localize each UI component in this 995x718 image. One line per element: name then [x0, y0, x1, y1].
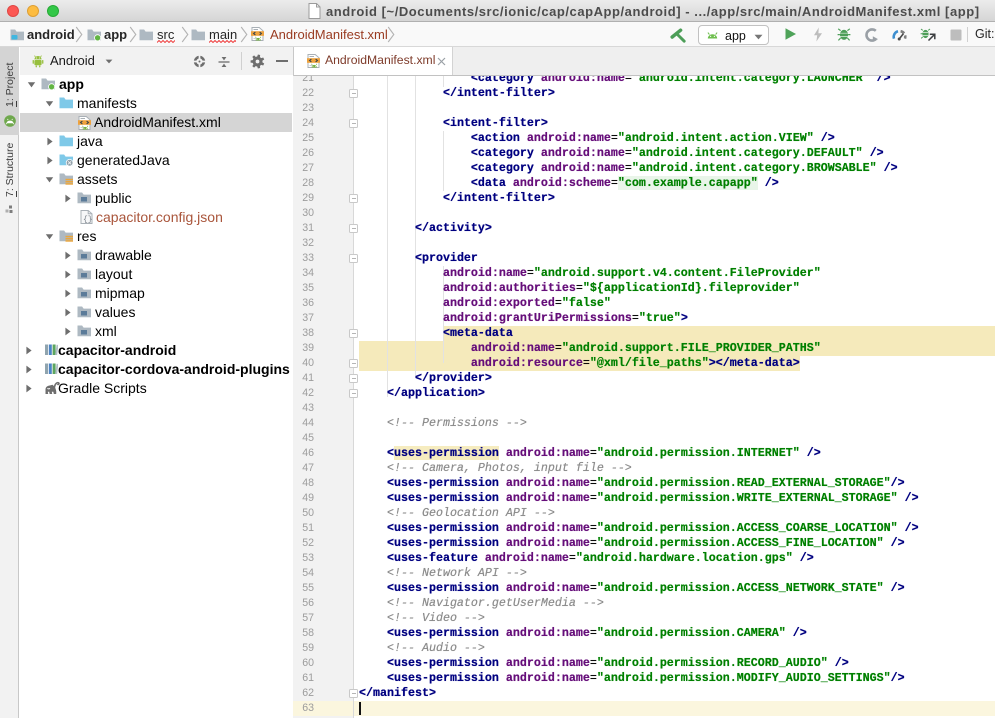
svg-text:{}: {} — [83, 216, 93, 225]
